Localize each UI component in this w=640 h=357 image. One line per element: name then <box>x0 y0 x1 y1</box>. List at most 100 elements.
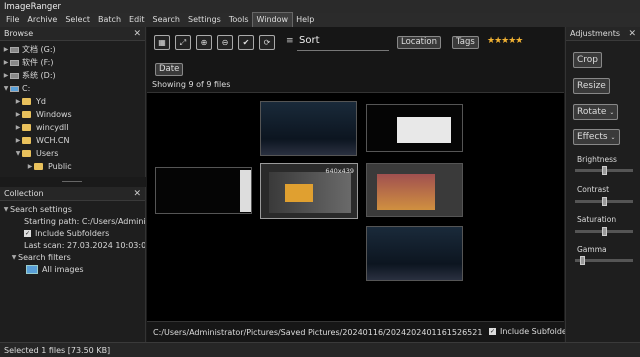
menu-window[interactable]: Window <box>251 12 294 28</box>
thumbnail-image[interactable] <box>155 167 252 214</box>
grid-view-icon[interactable]: ▦ <box>154 35 170 50</box>
last-scan: Last scan: 27.03.2024 10:03:04 <box>24 240 145 250</box>
folder-icon <box>22 137 31 144</box>
rating-filter-stars[interactable]: ★★★★★ <box>487 36 523 46</box>
thumbnail-image[interactable] <box>260 101 357 156</box>
gamma-label: Gamma <box>577 245 607 254</box>
saturation-slider[interactable] <box>575 227 633 236</box>
resize-button[interactable]: Resize <box>573 78 610 94</box>
menu-bar: File Archive Select Batch Edit Search Se… <box>0 12 640 28</box>
status-bar: Selected 1 files [73.50 KB] <box>0 342 640 357</box>
saturation-slider-knob[interactable] <box>601 227 607 236</box>
panel-splitter[interactable] <box>0 177 146 187</box>
tree-item-drive-d[interactable]: ▶ 系统 (D:) <box>0 69 145 82</box>
expand-arrow-icon[interactable]: ▶ <box>14 98 22 105</box>
tree-item-drive-g[interactable]: ▶ 文档 (G:) <box>0 43 145 56</box>
contrast-label: Contrast <box>577 185 610 194</box>
expand-arrow-icon[interactable]: ▶ <box>2 46 10 53</box>
sort-field[interactable]: Sort <box>297 35 389 51</box>
include-subfolders-row[interactable]: ✓ Include Subfolders <box>0 227 145 239</box>
drive-icon <box>10 85 19 92</box>
saturation-label: Saturation <box>577 215 617 224</box>
expand-arrow-icon[interactable]: ▶ <box>2 72 10 79</box>
browse-title: Browse <box>4 29 34 38</box>
search-filters-node[interactable]: ▼ Search filters <box>0 251 145 263</box>
brightness-label: Brightness <box>577 155 617 164</box>
browse-header: Browse ✕ <box>0 27 145 41</box>
date-button[interactable]: Date <box>155 63 184 76</box>
tree-item-folder-yd[interactable]: ▶ Yd <box>0 95 145 108</box>
menu-select[interactable]: Select <box>61 13 94 27</box>
rotate-button[interactable]: Rotate ⌄ <box>573 104 619 120</box>
expand-arrow-icon[interactable]: ▶ <box>14 137 22 144</box>
screenshot-preview <box>240 170 251 212</box>
expand-arrow-icon[interactable]: ▶ <box>14 111 22 118</box>
tree-item-folder-wincydll[interactable]: ▶ wincydll <box>0 121 145 134</box>
include-subfolders-checkbox[interactable]: ✓ <box>24 229 31 237</box>
collapse-arrow-icon[interactable]: ▼ <box>2 206 10 213</box>
menu-settings[interactable]: Settings <box>184 13 225 27</box>
menu-file[interactable]: File <box>2 13 23 27</box>
tree-item-drive-f[interactable]: ▶ 软件 (F:) <box>0 56 145 69</box>
dropdown-arrow-icon: ⌄ <box>610 134 616 141</box>
gamma-slider[interactable] <box>575 256 633 265</box>
folder-icon <box>22 98 31 105</box>
refresh-icon[interactable]: ⟳ <box>259 35 275 50</box>
brightness-slider[interactable] <box>575 166 633 175</box>
thumbnail-image[interactable] <box>366 226 463 281</box>
close-icon[interactable]: ✕ <box>133 189 141 199</box>
thumbnail-image[interactable] <box>366 163 463 217</box>
collapse-arrow-icon[interactable]: ▼ <box>14 150 22 157</box>
menu-search[interactable]: Search <box>149 13 184 27</box>
location-button[interactable]: Location <box>397 36 441 49</box>
thumbnail-image-selected[interactable]: 640x439 <box>260 163 358 219</box>
tags-button[interactable]: Tags <box>452 36 479 49</box>
current-file-path: C:/Users/Administrator/Pictures/Saved Pi… <box>153 327 483 337</box>
thumbnail-image[interactable] <box>366 104 463 152</box>
include-subfolders-checkbox[interactable]: ✓ <box>489 328 496 335</box>
screenshot-content <box>285 184 313 202</box>
expand-arrow-icon[interactable]: ▶ <box>14 124 22 131</box>
close-icon[interactable]: ✕ <box>133 29 141 39</box>
path-bar: C:/Users/Administrator/Pictures/Saved Pi… <box>147 321 574 342</box>
crop-button[interactable]: Crop <box>573 52 603 68</box>
contrast-slider[interactable] <box>575 197 633 206</box>
adjustments-title: Adjustments <box>570 29 621 38</box>
drive-icon <box>10 46 19 53</box>
contrast-slider-knob[interactable] <box>601 197 607 206</box>
effects-button[interactable]: Effects ⌄ <box>573 129 620 145</box>
menu-edit[interactable]: Edit <box>125 13 149 27</box>
all-images-filter[interactable]: All images <box>0 263 145 275</box>
close-icon[interactable]: ✕ <box>628 29 636 39</box>
file-count: Showing 9 of 9 files <box>152 80 231 89</box>
brightness-slider-knob[interactable] <box>601 166 607 175</box>
gamma-slider-knob[interactable] <box>580 256 586 265</box>
filter-toolbar: ▦ ⤢ ⊕ ⊖ ✔ ⟳ ≡ Sort Location Tags ★★★★★ D… <box>147 27 564 93</box>
search-settings-node[interactable]: ▼ Search settings <box>0 203 145 215</box>
menu-archive[interactable]: Archive <box>23 13 61 27</box>
tree-item-drive-c[interactable]: ▼ C: <box>0 82 145 95</box>
check-icon[interactable]: ✔ <box>238 35 254 50</box>
menu-help[interactable]: Help <box>292 13 318 27</box>
include-subfolders-toggle[interactable]: ✓ Include Subfolders <box>489 327 574 336</box>
window-title: ImageRanger <box>0 0 640 13</box>
tree-item-folder-public[interactable]: ▶ Public <box>0 160 145 173</box>
screenshot-preview <box>269 172 351 213</box>
tree-item-folder-users[interactable]: ▼ Users <box>0 147 145 160</box>
folder-icon <box>22 124 31 131</box>
zoom-in-icon[interactable]: ⊕ <box>196 35 212 50</box>
collapse-arrow-icon[interactable]: ▼ <box>2 85 10 92</box>
expand-arrow-icon[interactable]: ▶ <box>26 163 34 170</box>
expand-arrow-icon[interactable]: ▶ <box>2 59 10 66</box>
collapse-arrow-icon[interactable]: ▼ <box>10 254 18 261</box>
menu-batch[interactable]: Batch <box>94 13 125 27</box>
collection-header: Collection ✕ <box>0 187 145 201</box>
tree-item-folder-windows[interactable]: ▶ Windows <box>0 108 145 121</box>
tree-item-folder-wchcn[interactable]: ▶ WCH.CN <box>0 134 145 147</box>
zoom-out-icon[interactable]: ⊖ <box>217 35 233 50</box>
menu-tools[interactable]: Tools <box>225 13 253 27</box>
dropdown-arrow-icon: ⌄ <box>609 109 615 116</box>
screenshot-preview <box>397 117 451 143</box>
fit-to-window-icon[interactable]: ⤢ <box>175 35 191 50</box>
adjustments-panel: Adjustments ✕ Crop Resize Rotate ⌄ Effec… <box>565 27 640 342</box>
